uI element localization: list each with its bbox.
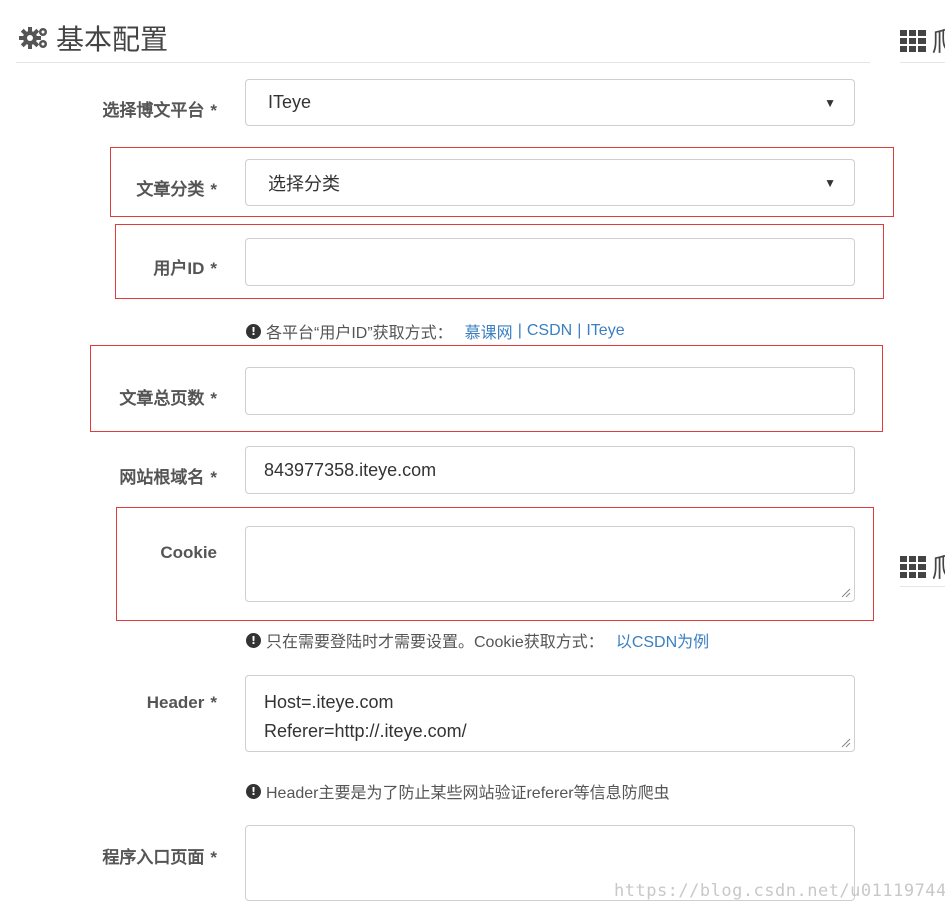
platform-label: 选择博文平台 * bbox=[102, 101, 217, 120]
header-line-host: Host=.iteye.com bbox=[264, 692, 394, 712]
side-divider-1 bbox=[900, 62, 945, 63]
header-label: Header * bbox=[146, 693, 217, 712]
total-pages-label: 文章总页数 * bbox=[119, 389, 217, 408]
header-help: ! Header主要是为了防止某些网站验证referer等信息防爬虫 bbox=[246, 779, 670, 803]
category-label: 文章分类 * bbox=[136, 180, 217, 199]
gear-icon bbox=[19, 27, 47, 49]
category-select[interactable]: 选择分类 ▼ bbox=[245, 159, 855, 206]
root-domain-input[interactable]: 843977358.iteye.com bbox=[245, 446, 855, 494]
user-id-help-text: 各平台“用户ID”获取方式： bbox=[266, 325, 453, 342]
platform-select[interactable]: ITeye ▼ bbox=[245, 79, 855, 126]
grid-icon bbox=[900, 555, 926, 578]
cookie-help-text: 只在需要登陆时才需要设置。Cookie获取方式： bbox=[266, 634, 604, 651]
side-divider-2 bbox=[900, 586, 945, 587]
imooc-link[interactable]: 慕课网 bbox=[465, 319, 513, 343]
csdn-link[interactable]: CSDN bbox=[527, 322, 572, 340]
info-icon: ! bbox=[246, 323, 261, 339]
header-help-text: Header主要是为了防止某些网站验证referer等信息防爬虫 bbox=[266, 785, 670, 802]
side-panel-header-1: 爬 bbox=[900, 22, 945, 59]
grid-icon bbox=[900, 29, 926, 52]
user-id-label: 用户ID * bbox=[153, 259, 217, 278]
user-id-input[interactable] bbox=[245, 238, 855, 286]
info-icon: ! bbox=[246, 632, 261, 648]
category-select-value: 选择分类 bbox=[268, 173, 340, 194]
cookie-label: Cookie bbox=[160, 543, 217, 562]
iteye-link[interactable]: ITeye bbox=[586, 322, 624, 340]
platform-select-value: ITeye bbox=[268, 92, 312, 112]
side-panel-title-2: 爬 bbox=[932, 548, 945, 585]
resize-grip-icon[interactable] bbox=[841, 588, 851, 598]
total-pages-input[interactable] bbox=[245, 367, 855, 415]
info-icon: ! bbox=[246, 783, 261, 799]
root-domain-value: 843977358.iteye.com bbox=[264, 459, 437, 480]
cookie-example-link[interactable]: 以CSDN为例 bbox=[616, 628, 709, 652]
cookie-help: ! 只在需要登陆时才需要设置。Cookie获取方式： 以CSDN为例 bbox=[246, 628, 709, 652]
header-textarea[interactable]: Host=.iteye.com Referer=http://.iteye.co… bbox=[245, 675, 855, 752]
watermark: https://blog.csdn.net/u011197448 bbox=[614, 881, 945, 901]
title-divider bbox=[16, 62, 870, 63]
user-id-help: ! 各平台“用户ID”获取方式： 慕课网 | CSDN | ITeye bbox=[246, 319, 625, 343]
header-line-referer: Referer=http://.iteye.com/ bbox=[264, 721, 467, 741]
resize-grip-icon[interactable] bbox=[841, 738, 851, 748]
side-panel-header-2: 爬 bbox=[900, 548, 945, 585]
section-title: 基本配置 bbox=[18, 18, 168, 58]
root-domain-label: 网站根域名 * bbox=[119, 468, 217, 487]
entry-page-label: 程序入口页面 * bbox=[102, 848, 217, 867]
page-title: 基本配置 bbox=[56, 24, 169, 55]
caret-down-icon: ▼ bbox=[824, 95, 836, 110]
caret-down-icon: ▼ bbox=[824, 175, 836, 190]
cookie-textarea[interactable] bbox=[245, 526, 855, 602]
side-panel-title-1: 爬 bbox=[932, 22, 945, 59]
